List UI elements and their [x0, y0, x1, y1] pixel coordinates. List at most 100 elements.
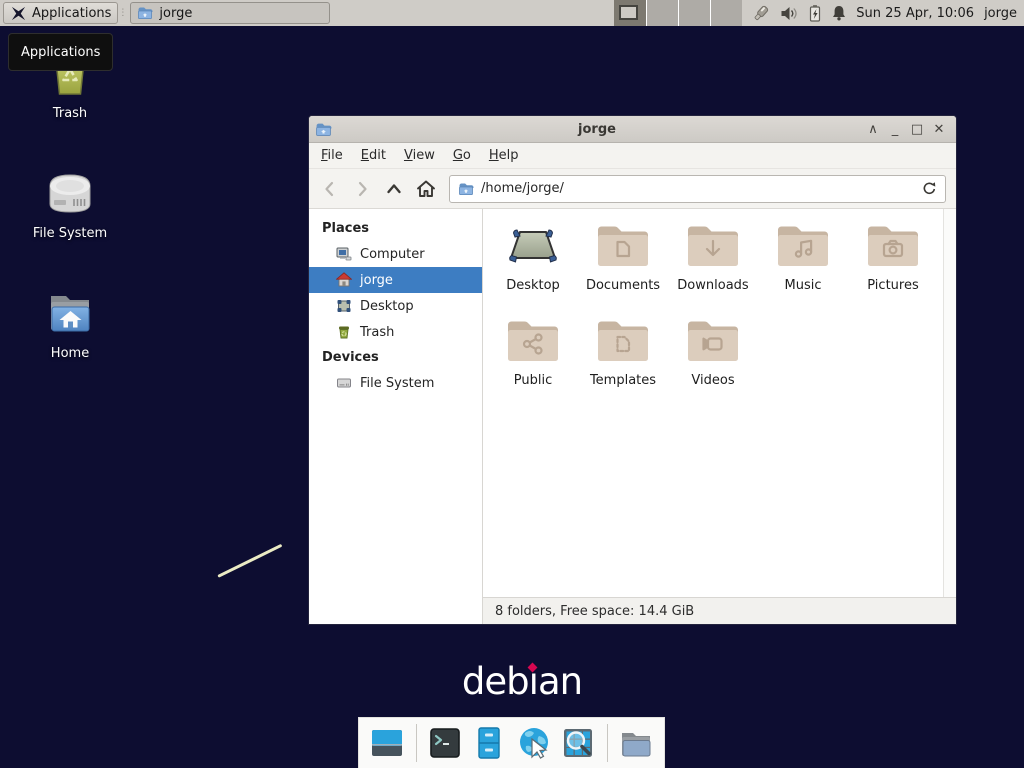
trash-small-icon: [336, 324, 352, 340]
file-cabinet-icon[interactable]: [470, 723, 509, 763]
tray-tool-icon[interactable]: [752, 4, 771, 23]
devices-header: Devices: [309, 345, 482, 370]
window-folder-icon: [315, 121, 332, 138]
templates-folder-icon: [595, 318, 651, 364]
desktop-icon-file-system[interactable]: File System: [10, 166, 130, 241]
path-text[interactable]: /home/jorge/: [481, 181, 564, 196]
terminal-icon[interactable]: [425, 723, 464, 763]
main-file-area: Desktop: [483, 209, 956, 624]
file-manager-window: jorge ∧ _ □ ✕ File Edit View Go Help: [308, 115, 957, 625]
file-label: Documents: [586, 278, 660, 293]
computer-icon: [336, 246, 352, 262]
notification-bell-icon[interactable]: [831, 4, 847, 22]
workspace-1[interactable]: [614, 0, 646, 26]
sidebar-item-desktop[interactable]: Desktop: [309, 293, 482, 319]
window-content: Places Computer: [309, 209, 956, 624]
drive-small-icon: [336, 375, 352, 391]
folder-icon[interactable]: [617, 723, 656, 763]
file-item-videos[interactable]: Videos: [668, 313, 758, 408]
documents-folder-icon: [595, 223, 651, 269]
app-finder-icon[interactable]: [559, 723, 598, 763]
applications-tooltip: Applications: [8, 33, 113, 71]
top-panel: Applications ⋮ jorge: [0, 0, 1024, 26]
home-button[interactable]: [411, 174, 441, 204]
sidebar-item-file-system[interactable]: File System: [309, 370, 482, 396]
desktop-icon-label: File System: [33, 226, 107, 241]
window-controls: ∧ _ □ ✕: [862, 118, 950, 140]
sidebar-item-label: File System: [360, 376, 434, 391]
desktop-small-icon: [336, 298, 352, 314]
sidebar-item-label: Trash: [360, 325, 394, 340]
desktop-icon-home[interactable]: Home: [10, 286, 130, 361]
minimize-button[interactable]: _: [884, 118, 906, 140]
window-titlebar[interactable]: jorge ∧ _ □ ✕: [309, 116, 956, 143]
file-item-documents[interactable]: Documents: [578, 218, 668, 313]
desktop-icon-label: Trash: [53, 106, 87, 121]
toolbar: /home/jorge/: [309, 169, 956, 209]
sidebar-item-label: Computer: [360, 247, 425, 262]
file-item-templates[interactable]: Templates: [578, 313, 668, 408]
taskbar-window-button[interactable]: jorge: [130, 2, 330, 24]
workspace-3[interactable]: [678, 0, 710, 26]
battery-icon[interactable]: [808, 4, 822, 22]
workspace-2[interactable]: [646, 0, 678, 26]
videos-folder-icon: [685, 318, 741, 364]
file-label: Music: [785, 278, 822, 293]
menu-help[interactable]: Help: [481, 145, 527, 166]
back-button[interactable]: [315, 174, 345, 204]
file-item-pictures[interactable]: Pictures: [848, 218, 938, 313]
desktop: Applications ⋮ jorge: [0, 0, 1024, 768]
sidebar-item-label: Desktop: [360, 299, 414, 314]
show-desktop-icon[interactable]: [368, 723, 407, 763]
home-folder-icon: [43, 286, 97, 340]
shade-button[interactable]: ∧: [862, 118, 884, 140]
location-bar[interactable]: /home/jorge/: [449, 175, 946, 203]
downloads-folder-icon: [685, 223, 741, 269]
forward-button[interactable]: [347, 174, 377, 204]
file-item-public[interactable]: Public: [488, 313, 578, 408]
file-item-desktop[interactable]: Desktop: [488, 218, 578, 313]
panel-clock[interactable]: Sun 25 Apr, 10:06: [856, 6, 974, 21]
applications-menu-label: Applications: [32, 6, 111, 21]
reload-icon[interactable]: [922, 181, 937, 196]
hard-drive-icon: [42, 166, 98, 220]
system-tray: [752, 4, 847, 23]
debian-logo-diamond: ı: [529, 660, 538, 703]
sidebar-item-computer[interactable]: Computer: [309, 241, 482, 267]
menu-file[interactable]: File: [313, 145, 351, 166]
up-button[interactable]: [379, 174, 409, 204]
file-item-music[interactable]: Music: [758, 218, 848, 313]
sidebar-item-trash[interactable]: Trash: [309, 319, 482, 345]
places-header: Places: [309, 216, 482, 241]
taskbar-folder-icon: [137, 5, 153, 21]
taskbar-window-label: jorge: [159, 6, 192, 21]
web-browser-icon[interactable]: [515, 723, 554, 763]
sidebar: Places Computer: [309, 209, 483, 624]
menu-edit[interactable]: Edit: [353, 145, 394, 166]
workspace-window-preview: [619, 5, 638, 20]
menu-view[interactable]: View: [396, 145, 443, 166]
wallpaper-line-decoration: [217, 544, 282, 578]
file-item-downloads[interactable]: Downloads: [668, 218, 758, 313]
public-folder-icon: [505, 318, 561, 364]
file-label: Downloads: [677, 278, 748, 293]
volume-icon[interactable]: [780, 5, 799, 22]
dock-separator: [416, 724, 417, 762]
panel-handle[interactable]: ⋮: [118, 2, 127, 24]
close-button[interactable]: ✕: [928, 118, 950, 140]
menubar: File Edit View Go Help: [309, 143, 956, 169]
file-grid: Desktop: [483, 209, 943, 597]
applications-menu-icon: [10, 5, 27, 22]
file-label: Desktop: [506, 278, 560, 293]
menu-go[interactable]: Go: [445, 145, 479, 166]
statusbar: 8 folders, Free space: 14.4 GiB: [483, 597, 956, 624]
panel-username: jorge: [984, 6, 1017, 21]
applications-menu-button[interactable]: Applications: [3, 2, 118, 24]
sidebar-item-jorge[interactable]: jorge: [309, 267, 482, 293]
vertical-scrollbar[interactable]: [943, 209, 956, 597]
maximize-button[interactable]: □: [906, 118, 928, 140]
statusbar-text: 8 folders, Free space: 14.4 GiB: [495, 604, 694, 619]
path-folder-icon: [458, 181, 474, 197]
music-folder-icon: [775, 223, 831, 269]
workspace-4[interactable]: [710, 0, 742, 26]
